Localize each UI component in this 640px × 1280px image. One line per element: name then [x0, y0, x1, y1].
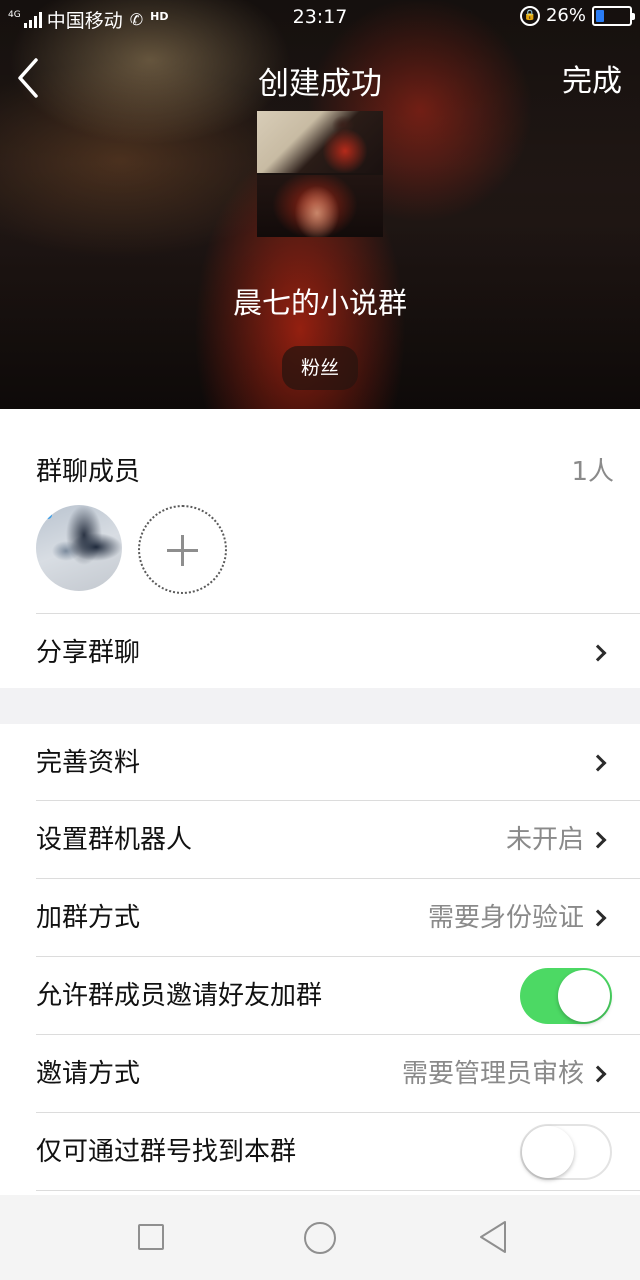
find-by-number-toggle[interactable]	[520, 1124, 612, 1180]
allow-invite-label: 允许群成员邀请好友加群	[36, 981, 323, 1011]
group-tag-badge[interactable]: 粉丝	[282, 346, 358, 390]
group-robot-label: 设置群机器人	[36, 825, 193, 855]
chevron-right-icon	[589, 831, 607, 849]
divider	[36, 1190, 640, 1191]
join-method-value: 需要身份验证	[427, 903, 584, 933]
member-avatar[interactable]	[36, 505, 122, 591]
done-button[interactable]: 完成	[562, 56, 622, 100]
system-nav-bar	[0, 1195, 640, 1280]
chevron-right-icon	[589, 644, 607, 662]
battery-icon	[592, 5, 635, 26]
group-robot-row[interactable]: 设置群机器人 未开启	[0, 801, 640, 879]
battery-fill	[596, 9, 605, 22]
join-method-label: 加群方式	[36, 903, 141, 933]
share-group-label: 分享群聊	[36, 638, 141, 668]
group-name: 晨七的小说群	[232, 286, 407, 320]
add-member-button[interactable]	[138, 505, 227, 594]
group-avatar-top-image	[257, 111, 383, 173]
complete-profile-label: 完善资料	[36, 748, 141, 778]
group-robot-value: 未开启	[505, 825, 584, 855]
chevron-right-icon	[589, 1065, 607, 1083]
allow-invite-toggle[interactable]	[520, 968, 612, 1024]
rotation-lock-icon: 🔒	[519, 5, 540, 26]
complete-profile-row[interactable]: 完善资料	[0, 724, 640, 802]
toggle-knob	[522, 1126, 574, 1178]
nav-back-button[interactable]	[478, 1220, 508, 1254]
invite-method-value: 需要管理员审核	[401, 1059, 584, 1089]
invite-method-label: 邀请方式	[36, 1059, 141, 1089]
members-count[interactable]: 1人	[571, 451, 614, 488]
battery-percent: 26%	[545, 5, 586, 26]
page-title: 创建成功	[258, 66, 382, 102]
find-by-number-row: 仅可通过群号找到本群	[0, 1113, 640, 1191]
join-method-row[interactable]: 加群方式 需要身份验证	[0, 879, 640, 957]
home-button[interactable]	[304, 1222, 336, 1254]
allow-invite-row: 允许群成员邀请好友加群	[0, 957, 640, 1035]
recent-apps-button[interactable]	[138, 1224, 164, 1250]
status-bar: 4G 中国移动 ✆ HD 23:17 🔒 26%	[0, 0, 640, 34]
screen: 4G 中国移动 ✆ HD 23:17 🔒 26% 创建成功 完成 晨七的小说群 …	[0, 0, 640, 1280]
invite-method-row[interactable]: 邀请方式 需要管理员审核	[0, 1035, 640, 1113]
chevron-right-icon	[589, 754, 607, 772]
share-group-row[interactable]: 分享群聊	[0, 614, 640, 692]
members-title: 群聊成员	[36, 457, 141, 487]
toggle-knob	[558, 970, 610, 1022]
nav-bar: 创建成功 完成	[0, 46, 640, 106]
group-avatar-bottom-image	[257, 175, 383, 237]
status-right: 🔒 26%	[519, 5, 635, 26]
find-by-number-label: 仅可通过群号找到本群	[36, 1137, 297, 1167]
group-avatar[interactable]	[257, 111, 383, 237]
chevron-right-icon	[589, 909, 607, 927]
